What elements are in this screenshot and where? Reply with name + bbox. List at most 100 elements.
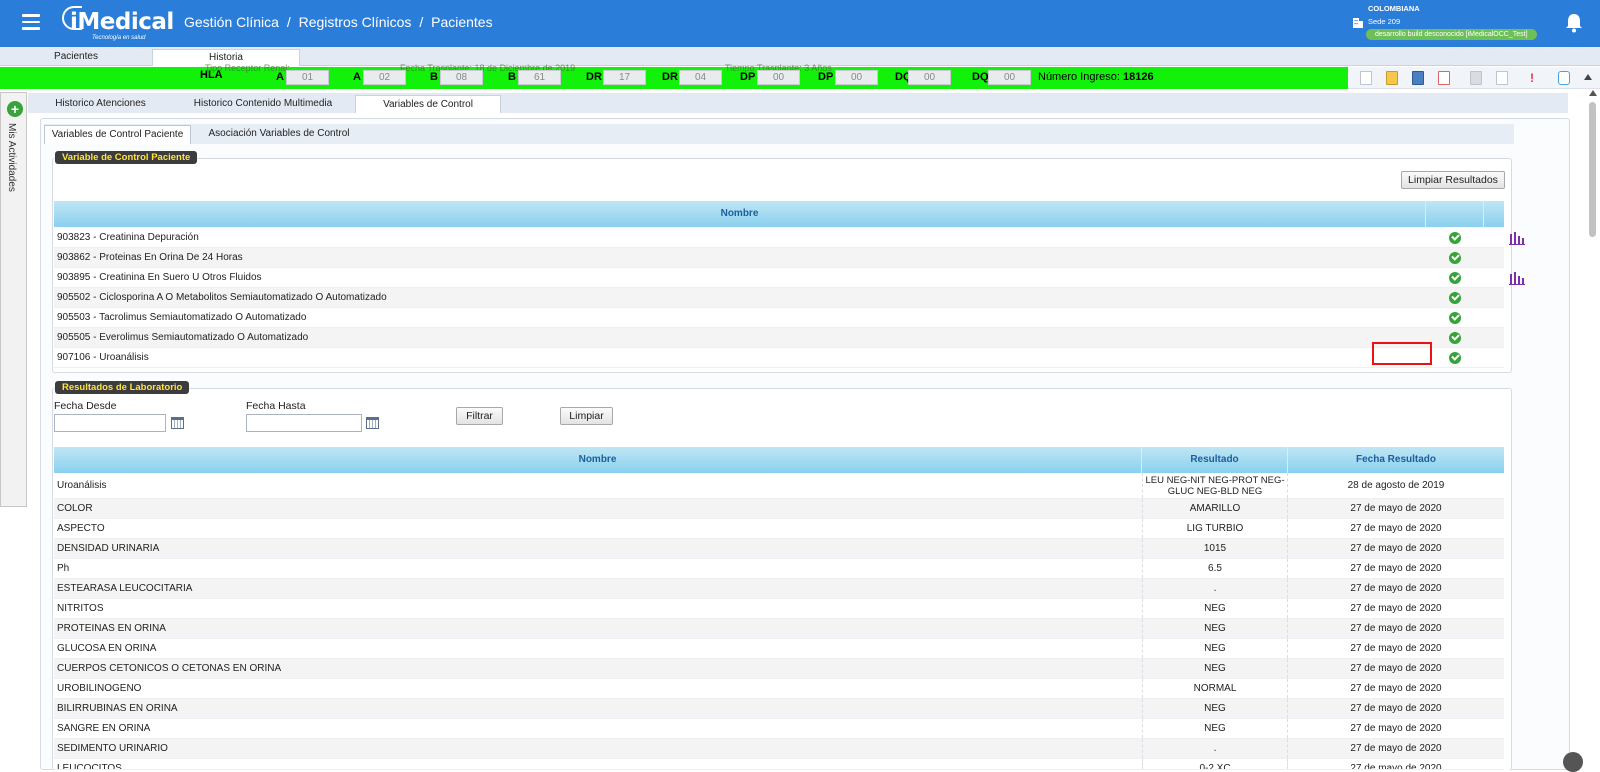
column-header-nombre[interactable]: Nombre [54, 201, 1426, 227]
sede-label: Sede 209 [1368, 17, 1401, 26]
page-scrollbar[interactable] [1586, 90, 1600, 770]
activities-panel[interactable]: + Mis Actividades [0, 92, 27, 507]
print-icon[interactable] [1470, 71, 1482, 85]
scroll-top-button[interactable] [1563, 752, 1583, 772]
check-icon[interactable] [1449, 232, 1461, 244]
result-row[interactable]: SEDIMENTO URINARIO. 27 de mayo de 2020 [54, 739, 1504, 759]
breadcrumb-item[interactable]: Gestión Clínica [184, 14, 279, 30]
alert-icon[interactable]: ! [1526, 71, 1538, 85]
variable-name: 907106 - Uroanálisis [57, 352, 149, 363]
hla-field-value[interactable]: 00 [757, 70, 800, 85]
result-value: 1015 [1142, 539, 1288, 558]
result-row[interactable]: BILIRRUBINAS EN ORINA NEG 27 de mayo de 20… [54, 699, 1504, 719]
scroll-thumb[interactable] [1589, 102, 1596, 237]
calendar-icon[interactable] [366, 417, 379, 429]
breadcrumb-item[interactable]: Registros Clínicos [299, 14, 412, 30]
hla-field-value[interactable]: 04 [679, 70, 722, 85]
result-row[interactable]: ESTEARASA LEUCOCITARIA. 27 de mayo de 202… [54, 579, 1504, 599]
hla-field-value[interactable]: 00 [835, 70, 878, 85]
result-value: . [1142, 739, 1288, 758]
breadcrumb-item[interactable]: Pacientes [431, 14, 492, 30]
hla-field-value[interactable]: 00 [988, 70, 1031, 85]
result-row[interactable]: Uroanálisis LEU NEG-NIT NEG-PROT NEG-GLUC… [54, 473, 1504, 499]
result-row[interactable]: CUERPOS CETONICOS O CETONAS EN ORINA NEG 2… [54, 659, 1504, 679]
column-header-fecha[interactable]: Fecha Resultado [1288, 447, 1504, 473]
tab-asociacion-variables[interactable]: Asociación Variables de Control [194, 125, 364, 144]
check-icon[interactable] [1449, 332, 1461, 344]
clear-filter-button[interactable]: Limpiar [560, 407, 613, 425]
result-row[interactable]: Ph 6.5 27 de mayo de 2020 [54, 559, 1504, 579]
hla-field-value[interactable]: 08 [440, 70, 483, 85]
results-grid-header: Nombre Resultado Fecha Resultado [54, 447, 1504, 473]
hla-field-label: A [353, 71, 361, 83]
scroll-up-arrow[interactable] [1589, 90, 1597, 96]
add-activity-icon[interactable]: + [7, 101, 23, 117]
menu-icon[interactable] [22, 14, 40, 30]
result-date: 27 de mayo de 2020 [1350, 603, 1442, 614]
result-row[interactable]: SANGRE EN ORINA NEG 27 de mayo de 2020 [54, 719, 1504, 739]
result-row[interactable]: COLOR AMARILLO 27 de mayo de 2020 [54, 499, 1504, 519]
tab-pacientes[interactable]: Pacientes [0, 49, 152, 66]
calendar-icon[interactable] [171, 417, 184, 429]
result-name: ESTEARASA LEUCOCITARIA [57, 583, 193, 594]
check-icon[interactable] [1449, 312, 1461, 324]
result-value: LIG TURBIO [1142, 519, 1288, 538]
hla-field-value[interactable]: 00 [908, 70, 951, 85]
imedical-logo[interactable]: iMedical Tecnología en salud [62, 6, 174, 42]
variables-inner-tabs: Variables de Control Paciente Asociación… [44, 124, 1514, 144]
patient-info-bar: Tipo Receptor Renal: Fecha Trasplante: 1… [0, 63, 1348, 89]
preview-icon[interactable] [1496, 71, 1508, 85]
tab-variables-paciente[interactable]: Variables de Control Paciente [44, 125, 191, 144]
result-row[interactable]: ASPECTO LIG TURBIO 27 de mayo de 2020 [54, 519, 1504, 539]
clear-results-button[interactable]: Limpiar Resultados [1401, 171, 1505, 189]
check-icon[interactable] [1449, 272, 1461, 284]
bar-chart-icon[interactable] [1509, 272, 1525, 285]
save-icon[interactable] [1412, 71, 1424, 85]
result-value: NEG [1142, 599, 1288, 618]
variable-name: 905505 - Everolimus Semiautomatizado O A… [57, 332, 309, 343]
chat-icon[interactable] [1558, 71, 1570, 85]
collapse-up-icon[interactable] [1584, 74, 1592, 80]
variable-row[interactable]: 903823 - Creatinina Depuración [54, 228, 1525, 248]
open-folder-icon[interactable] [1386, 71, 1398, 85]
result-row[interactable]: LEUCOCITOS 0-2 XC 27 de mayo de 2020 [54, 759, 1504, 770]
variable-row[interactable]: 903895 - Creatinina En Suero U Otros Flu… [54, 268, 1525, 288]
result-row[interactable]: NITRITOS NEG 27 de mayo de 2020 [54, 599, 1504, 619]
history-section-tabs: Historico Atenciones Historico Contenido… [28, 93, 1568, 113]
new-document-icon[interactable] [1360, 71, 1372, 85]
tab-variables-control[interactable]: Variables de Control [355, 95, 501, 113]
cancel-icon[interactable] [1438, 71, 1450, 85]
result-value: NEG [1142, 719, 1288, 738]
result-row[interactable]: DENSIDAD URINARIA 1015 27 de mayo de 2020 [54, 539, 1504, 559]
hla-field-value[interactable]: 61 [518, 70, 561, 85]
variable-row[interactable]: 905503 - Tacrolimus Semiautomatizado O A… [54, 308, 1504, 328]
highlight-box [1372, 342, 1432, 365]
result-row[interactable]: GLUCOSA EN ORINA NEG 27 de mayo de 2020 [54, 639, 1504, 659]
check-icon[interactable] [1449, 292, 1461, 304]
column-header-resultado[interactable]: Resultado [1142, 447, 1288, 473]
variable-row[interactable]: 903862 - Proteinas En Orina De 24 Horas [54, 248, 1504, 268]
tab-historico-multimedia[interactable]: Historico Contenido Multimedia [178, 95, 348, 113]
fecha-desde-input[interactable] [54, 414, 166, 432]
result-row[interactable]: PROTEINAS EN ORINA NEG 27 de mayo de 2020 [54, 619, 1504, 639]
variable-row[interactable]: 905505 - Everolimus Semiautomatizado O A… [54, 328, 1504, 348]
result-row[interactable]: UROBILINOGENO NORMAL 27 de mayo de 2020 [54, 679, 1504, 699]
filter-button[interactable]: Filtrar [456, 407, 503, 425]
hla-field-value[interactable]: 17 [603, 70, 646, 85]
result-date: 27 de mayo de 2020 [1350, 583, 1442, 594]
hla-field-value[interactable]: 01 [286, 70, 329, 85]
tab-historico-atenciones[interactable]: Historico Atenciones [28, 95, 173, 113]
column-header-nombre[interactable]: Nombre [54, 447, 1142, 473]
fecha-hasta-input[interactable] [246, 414, 362, 432]
hla-field-value[interactable]: 02 [363, 70, 406, 85]
variable-row[interactable]: 907106 - Uroanálisis [54, 348, 1504, 368]
check-icon[interactable] [1449, 252, 1461, 264]
check-icon[interactable] [1449, 352, 1461, 364]
bar-chart-icon[interactable] [1509, 232, 1525, 245]
result-date: 27 de mayo de 2020 [1350, 703, 1442, 714]
variable-row[interactable]: 905502 - Ciclosporina A O Metabolitos Se… [54, 288, 1504, 308]
activities-label[interactable]: Mis Actividades [6, 123, 17, 192]
result-name: UROBILINOGENO [57, 683, 142, 694]
hla-field-label: DQ [972, 71, 989, 83]
bell-icon[interactable] [1565, 13, 1583, 33]
